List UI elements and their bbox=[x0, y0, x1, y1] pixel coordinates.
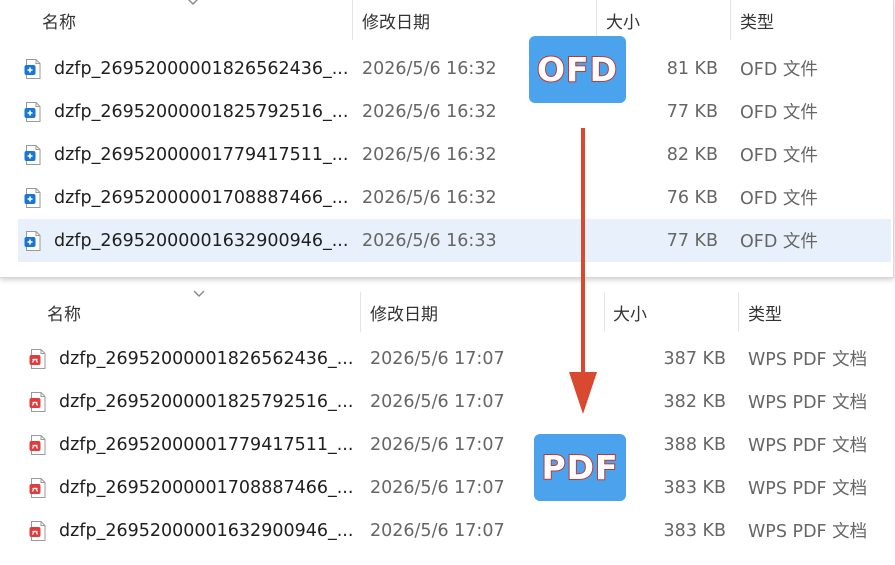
file-row[interactable]: dzfp_26952000001632900946_... 2026/5/6 17… bbox=[22, 509, 895, 552]
file-size: 77 KB bbox=[666, 230, 718, 251]
file-row[interactable]: dzfp_26952000001826562436_... 2026/5/6 16… bbox=[18, 47, 891, 90]
file-type: OFD 文件 bbox=[740, 232, 818, 252]
file-modified-date: 2026/5/6 17:07 bbox=[370, 391, 505, 412]
file-type: OFD 文件 bbox=[740, 60, 818, 80]
file-type: WPS PDF 文档 bbox=[748, 479, 868, 499]
pdf-format-badge: PDF bbox=[534, 434, 626, 501]
file-modified-date: 2026/5/6 17:07 bbox=[370, 434, 505, 455]
file-name: dzfp_26952000001779417511_... bbox=[54, 144, 349, 165]
pdf-file-icon bbox=[29, 478, 46, 498]
column-header-name[interactable]: 名称 bbox=[42, 0, 76, 40]
file-type: WPS PDF 文档 bbox=[748, 436, 868, 456]
file-size: 383 KB bbox=[663, 520, 726, 541]
file-name: dzfp_26952000001779417511_... bbox=[59, 434, 354, 455]
file-modified-date: 2026/5/6 17:07 bbox=[370, 477, 505, 498]
file-type: WPS PDF 文档 bbox=[748, 393, 868, 413]
column-header-type[interactable]: 类型 bbox=[748, 292, 782, 332]
file-name: dzfp_26952000001632900946_... bbox=[59, 520, 354, 541]
pdf-file-icon bbox=[29, 435, 46, 455]
file-type: WPS PDF 文档 bbox=[748, 522, 868, 542]
file-name: dzfp_26952000001825792516_... bbox=[54, 101, 349, 122]
column-divider[interactable] bbox=[596, 0, 597, 40]
file-name: dzfp_26952000001826562436_... bbox=[59, 348, 354, 369]
file-row[interactable]: dzfp_26952000001779417511_... 2026/5/6 17… bbox=[22, 423, 895, 466]
file-type: OFD 文件 bbox=[740, 189, 818, 209]
column-header-size[interactable]: 大小 bbox=[613, 292, 647, 332]
ofd-file-icon bbox=[24, 231, 41, 251]
conversion-arrow-icon bbox=[569, 128, 597, 414]
column-header-name[interactable]: 名称 bbox=[47, 292, 81, 332]
file-row[interactable]: dzfp_26952000001825792516_... 2026/5/6 17… bbox=[22, 380, 895, 423]
sort-chevron-icon bbox=[193, 290, 205, 297]
file-modified-date: 2026/5/6 16:32 bbox=[362, 187, 497, 208]
pdf-file-list-pane: 名称 修改日期 大小 类型 dzfp_26952000001826562436_… bbox=[0, 282, 895, 565]
file-row[interactable]: dzfp_26952000001632900946_... 2026/5/6 16… bbox=[18, 219, 891, 262]
file-name: dzfp_26952000001708887466_... bbox=[54, 187, 349, 208]
file-name: dzfp_26952000001708887466_... bbox=[59, 477, 354, 498]
file-modified-date: 2026/5/6 17:07 bbox=[370, 348, 505, 369]
column-header-size[interactable]: 大小 bbox=[606, 0, 640, 40]
file-modified-date: 2026/5/6 16:32 bbox=[362, 144, 497, 165]
ofd-file-icon bbox=[24, 102, 41, 122]
file-name: dzfp_26952000001825792516_... bbox=[59, 391, 354, 412]
file-modified-date: 2026/5/6 16:32 bbox=[362, 58, 497, 79]
file-type: WPS PDF 文档 bbox=[748, 350, 868, 370]
file-modified-date: 2026/5/6 16:33 bbox=[362, 230, 497, 251]
column-divider[interactable] bbox=[360, 292, 361, 332]
file-type: OFD 文件 bbox=[740, 103, 818, 123]
file-row[interactable]: dzfp_26952000001708887466_... 2026/5/6 16… bbox=[18, 176, 891, 219]
ofd-file-icon bbox=[24, 188, 41, 208]
file-row[interactable]: dzfp_26952000001826562436_... 2026/5/6 17… bbox=[22, 337, 895, 380]
file-modified-date: 2026/5/6 17:07 bbox=[370, 520, 505, 541]
file-size: 76 KB bbox=[666, 187, 718, 208]
column-divider[interactable] bbox=[730, 0, 731, 40]
file-name: dzfp_26952000001632900946_... bbox=[54, 230, 349, 251]
column-divider[interactable] bbox=[352, 0, 353, 40]
pdf-file-icon bbox=[29, 521, 46, 541]
sort-chevron-icon bbox=[188, 0, 198, 5]
file-size: 82 KB bbox=[666, 144, 718, 165]
column-header-row: 名称 修改日期 大小 类型 bbox=[0, 290, 895, 332]
pdf-file-icon bbox=[29, 392, 46, 412]
column-header-row: 名称 修改日期 大小 类型 bbox=[0, 0, 893, 40]
file-size: 387 KB bbox=[663, 348, 726, 369]
file-row[interactable]: dzfp_26952000001779417511_... 2026/5/6 16… bbox=[18, 133, 891, 176]
column-divider[interactable] bbox=[738, 292, 739, 332]
ofd-file-icon bbox=[24, 59, 41, 79]
ofd-format-badge: OFD bbox=[529, 36, 626, 103]
file-name: dzfp_26952000001826562436_... bbox=[54, 58, 349, 79]
file-row[interactable]: dzfp_26952000001825792516_... 2026/5/6 16… bbox=[18, 90, 891, 133]
column-header-type[interactable]: 类型 bbox=[740, 0, 774, 40]
column-header-modified[interactable]: 修改日期 bbox=[370, 292, 438, 332]
file-size: 382 KB bbox=[663, 391, 726, 412]
file-modified-date: 2026/5/6 16:32 bbox=[362, 101, 497, 122]
pdf-file-icon bbox=[29, 349, 46, 369]
ofd-file-icon bbox=[24, 145, 41, 165]
file-row[interactable]: dzfp_26952000001708887466_... 2026/5/6 17… bbox=[22, 466, 895, 509]
ofd-file-list-pane: 名称 修改日期 大小 类型 dzfp_26952000001826562436_… bbox=[0, 0, 894, 278]
column-divider[interactable] bbox=[604, 292, 605, 332]
file-type: OFD 文件 bbox=[740, 146, 818, 166]
column-header-modified[interactable]: 修改日期 bbox=[362, 0, 430, 40]
